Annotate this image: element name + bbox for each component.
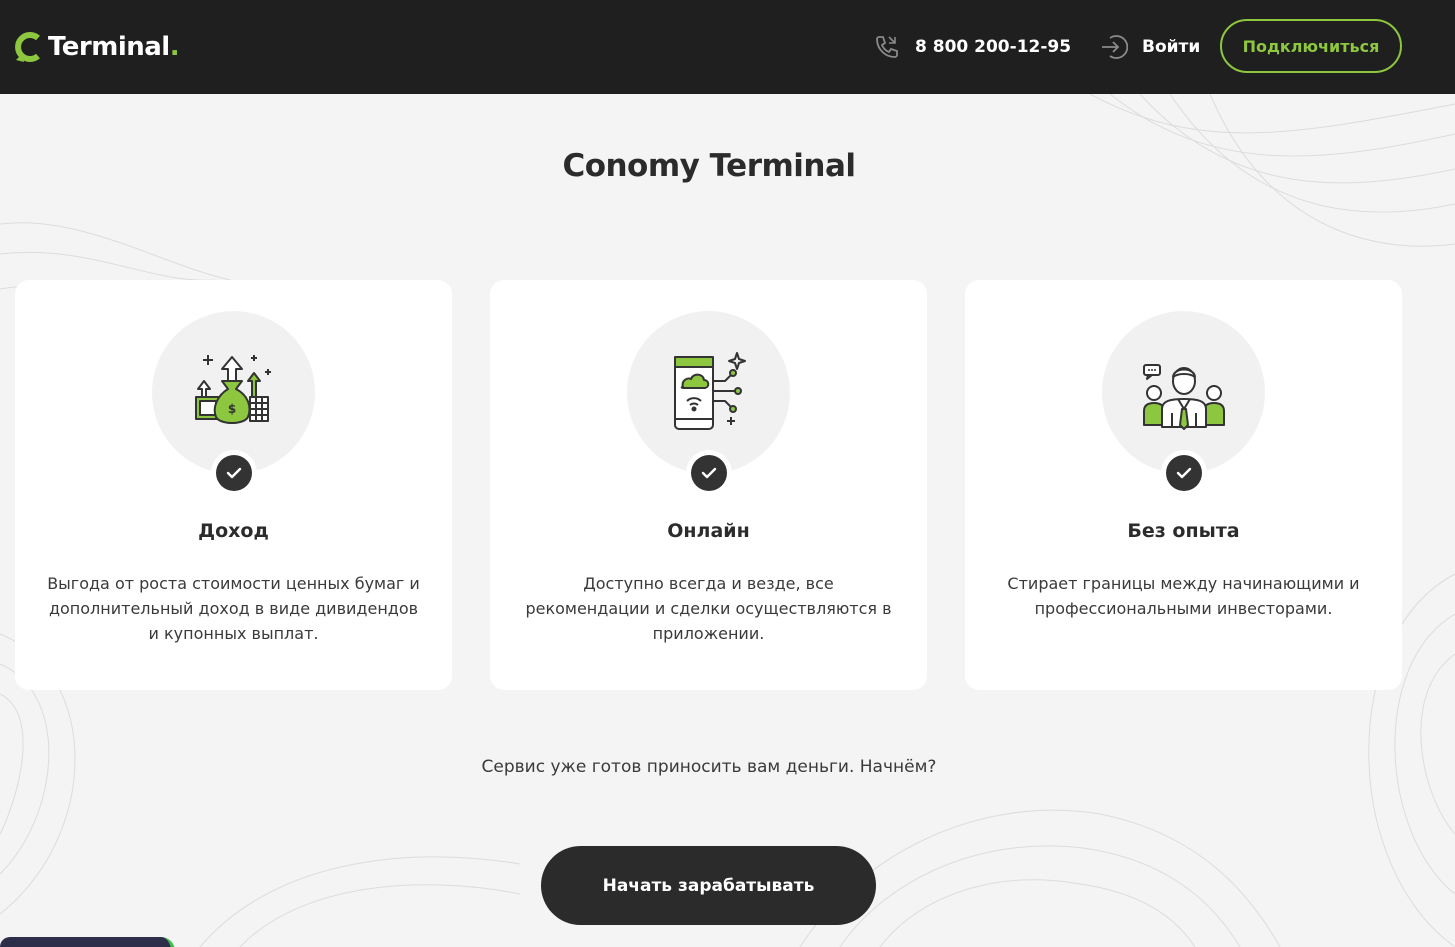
card-description: Доступно всегда и везде, все рекомендаци… <box>525 574 892 643</box>
chat-widget-tab[interactable] <box>0 937 175 947</box>
logo-c-icon <box>15 32 40 62</box>
feature-card-online: Онлайн Доступно всегда и везде, все реко… <box>490 280 927 690</box>
team-people-icon <box>1142 363 1225 430</box>
page-title: Conomy Terminal <box>562 148 856 184</box>
checkmark-icon <box>1176 467 1192 479</box>
phone-number: 8 800 200-12-95 <box>915 37 1072 57</box>
connect-button[interactable]: Подключиться <box>1220 19 1402 73</box>
svg-text:$: $ <box>227 402 235 416</box>
check-badge <box>211 450 257 496</box>
top-navbar: Terminal . 8 800 200-12-95 Войти Подключ… <box>0 0 1455 94</box>
feature-card-no-experience: Без опыта Стирает границы между начинающ… <box>965 280 1402 690</box>
card-title: Доход <box>198 520 269 542</box>
check-badge <box>686 450 732 496</box>
login-label: Войти <box>1142 37 1201 57</box>
card-title: Без опыта <box>1127 520 1240 542</box>
card-description: Стирает границы между начинающими и проф… <box>1007 574 1360 618</box>
login-link[interactable]: Войти <box>1100 33 1200 61</box>
feature-card-income: $ Доход Выгода от роста стоимости ценных… <box>15 280 452 690</box>
card-description: Выгода от роста стоимости ценных бумаг и… <box>47 574 420 643</box>
start-earning-button[interactable]: Начать зарабатывать <box>541 846 876 925</box>
logo-dot: . <box>169 32 180 62</box>
check-badge <box>1161 450 1207 496</box>
cta-text: Сервис уже готов приносить вам деньги. Н… <box>481 757 937 777</box>
login-icon <box>1102 35 1128 59</box>
card-title: Онлайн <box>667 520 750 542</box>
mobile-cloud-icon <box>673 351 746 430</box>
logo-text: Terminal <box>48 32 170 62</box>
money-bag-growth-icon: $ <box>194 354 271 424</box>
phone-link[interactable]: 8 800 200-12-95 <box>873 33 1071 61</box>
phone-icon <box>876 36 898 58</box>
checkmark-icon <box>226 467 242 479</box>
logo[interactable]: Terminal . <box>14 30 180 64</box>
checkmark-icon <box>701 467 717 479</box>
